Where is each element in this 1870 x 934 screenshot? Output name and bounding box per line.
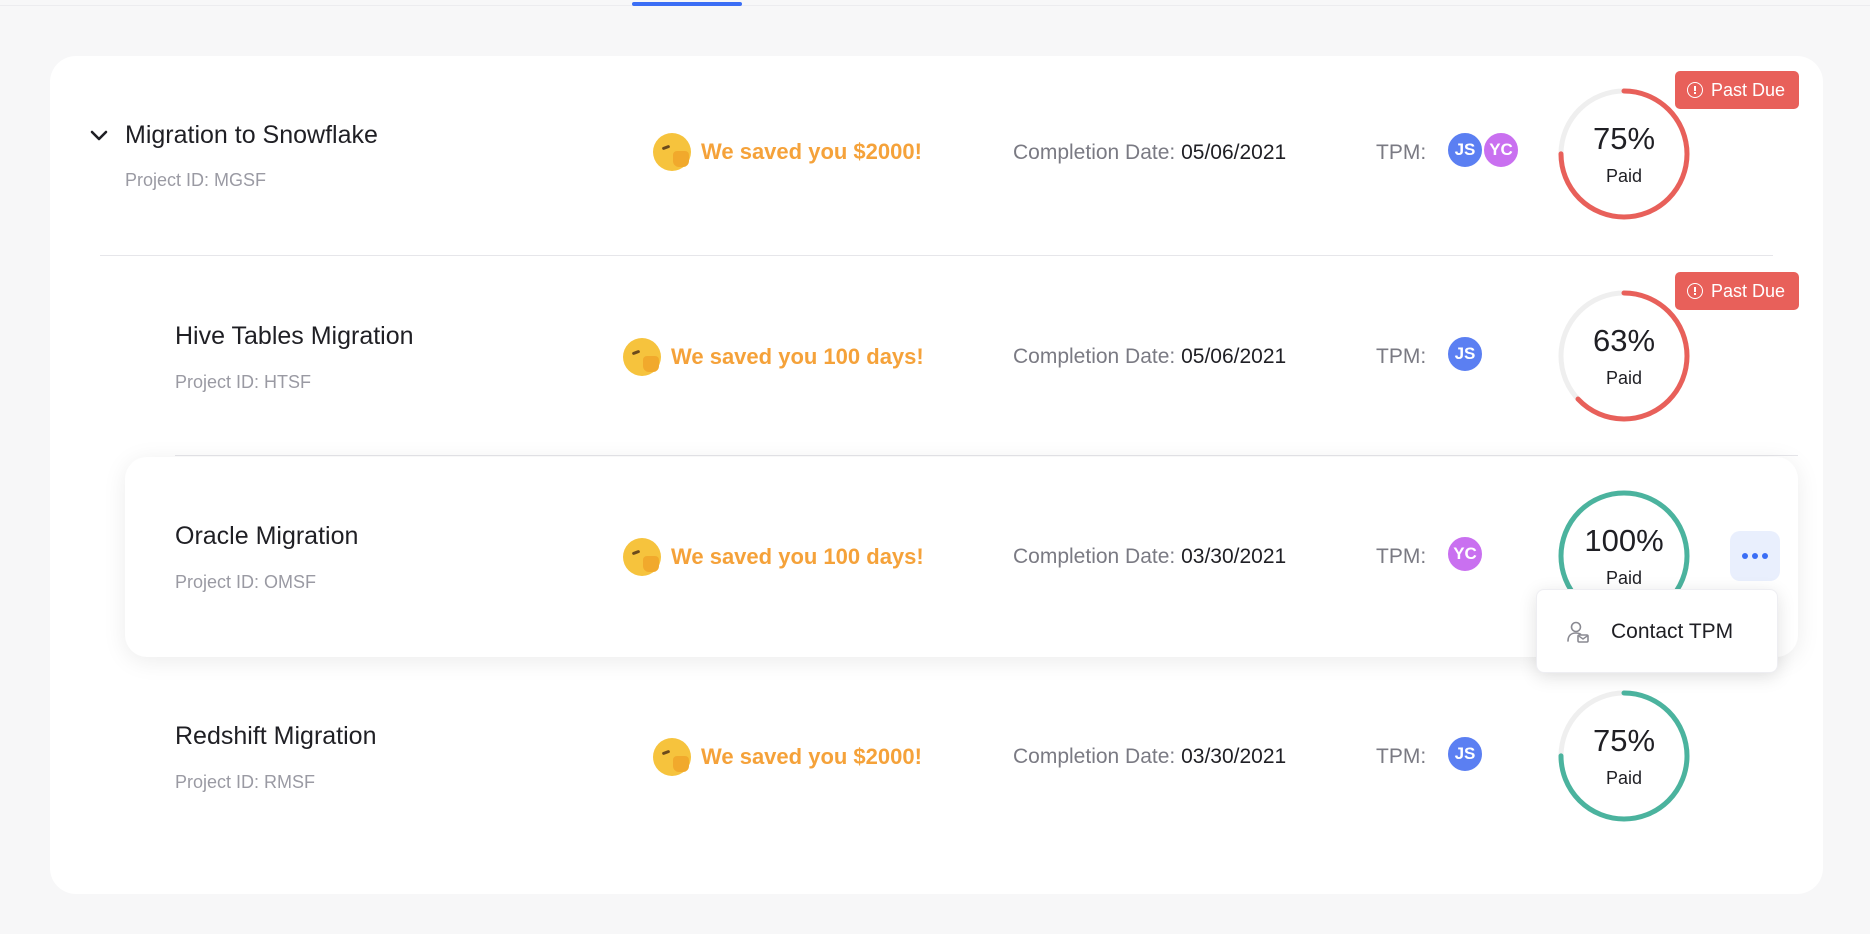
row-divider (175, 455, 1798, 456)
project-row-hive-tables-migration[interactable]: Hive Tables Migration Project ID: HTSF W… (50, 256, 1823, 456)
past-due-badge: Past Due (1675, 71, 1800, 109)
alert-circle-icon (1687, 82, 1703, 98)
more-options-button[interactable] (1730, 531, 1780, 581)
payment-progress-ring: 63% Paid (1557, 289, 1691, 423)
avatar-yc[interactable]: YC (1482, 131, 1520, 169)
avatar-yc[interactable]: YC (1446, 535, 1484, 573)
paid-label: Paid (1605, 166, 1643, 186)
completion-date: Completion Date: 05/06/2021 (1013, 345, 1287, 368)
project-id: Project ID: RMSF (175, 772, 316, 792)
winking-thumbs-up-emoji-icon (623, 538, 661, 576)
winking-thumbs-up-emoji-icon (653, 738, 691, 776)
avatar-js[interactable]: JS (1446, 131, 1484, 169)
paid-percent: 75% (1592, 121, 1656, 156)
paid-label: Paid (1605, 368, 1643, 388)
top-tab-bar (0, 0, 1870, 6)
project-id: Project ID: OMSF (175, 572, 317, 592)
tpm-label: TPM: (1376, 345, 1427, 368)
project-name: Oracle Migration (175, 522, 359, 550)
alert-circle-icon (1687, 283, 1703, 299)
project-name: Redshift Migration (175, 722, 377, 750)
project-name: Migration to Snowflake (125, 121, 378, 149)
completion-date: Completion Date: 03/30/2021 (1013, 745, 1287, 768)
winking-thumbs-up-emoji-icon (653, 133, 691, 171)
savings-message: We saved you 100 days! (623, 338, 924, 376)
projects-card: Migration to Snowflake Project ID: MGSF … (50, 56, 1823, 894)
contact-person-icon (1567, 621, 1589, 643)
winking-thumbs-up-emoji-icon (623, 338, 661, 376)
past-due-badge: Past Due (1675, 272, 1800, 310)
payment-progress-ring: 75% Paid (1557, 689, 1691, 823)
row-context-menu: Contact TPM (1536, 589, 1778, 673)
paid-label: Paid (1605, 568, 1643, 588)
payment-progress-ring: 75% Paid (1557, 87, 1691, 221)
paid-percent: 100% (1584, 523, 1664, 558)
active-tab-indicator (632, 2, 742, 6)
paid-label: Paid (1605, 768, 1643, 788)
chevron-down-icon[interactable] (88, 125, 110, 147)
ellipsis-icon (1742, 553, 1748, 559)
project-row-redshift-migration[interactable]: Redshift Migration Project ID: RMSF We s… (50, 656, 1823, 856)
paid-percent: 75% (1592, 723, 1656, 758)
tpm-label: TPM: (1376, 745, 1427, 768)
savings-message: We saved you $2000! (653, 133, 922, 171)
completion-date: Completion Date: 05/06/2021 (1013, 141, 1287, 164)
tpm-label: TPM: (1376, 545, 1427, 568)
project-row-migration-to-snowflake[interactable]: Migration to Snowflake Project ID: MGSF … (50, 56, 1823, 256)
completion-date: Completion Date: 03/30/2021 (1013, 545, 1287, 568)
project-name: Hive Tables Migration (175, 322, 414, 350)
avatar-js[interactable]: JS (1446, 735, 1484, 773)
project-id: Project ID: HTSF (175, 372, 312, 392)
project-id: Project ID: MGSF (125, 170, 267, 190)
avatar-js[interactable]: JS (1446, 335, 1484, 373)
savings-message: We saved you 100 days! (623, 538, 924, 576)
paid-percent: 63% (1592, 323, 1656, 358)
contact-tpm-menu-item[interactable]: Contact TPM (1537, 590, 1779, 674)
savings-message: We saved you $2000! (653, 738, 922, 776)
tpm-label: TPM: (1376, 141, 1427, 164)
